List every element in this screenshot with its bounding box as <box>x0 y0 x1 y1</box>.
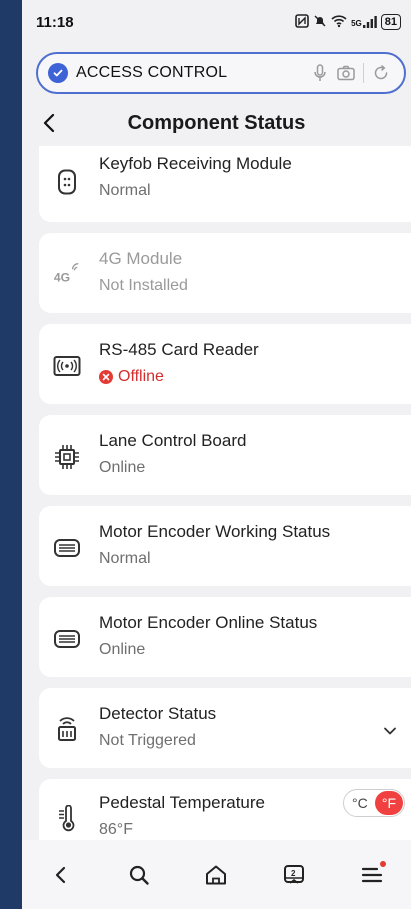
component-card-pedestal-temperature[interactable]: Pedestal Temperature 86°F °C °F <box>39 779 411 840</box>
component-card-motor-encoder-online[interactable]: Motor Encoder Online Status Online <box>39 597 411 677</box>
4g-icon: 4G <box>53 259 81 287</box>
component-status: 86°F <box>99 821 133 838</box>
component-status: Not Triggered <box>99 732 196 749</box>
keyfob-icon <box>53 168 81 196</box>
status-icons: 5G 81 <box>295 13 401 31</box>
address-bar[interactable]: ACCESS CONTROL <box>36 52 406 94</box>
page-title: Component Status <box>127 111 306 134</box>
celsius-option[interactable]: °C <box>352 795 368 811</box>
component-list[interactable]: Keyfob Receiving Module Normal 4G 4G Mod… <box>22 146 411 840</box>
component-name: 4G Module <box>99 249 183 268</box>
temperature-unit-toggle[interactable]: °C °F <box>343 789 405 817</box>
menu-icon[interactable] <box>352 855 392 895</box>
error-icon <box>99 370 113 384</box>
status-bar: 11:18 5G 81 <box>22 0 411 44</box>
mute-icon <box>313 14 327 31</box>
component-card-keyfob[interactable]: Keyfob Receiving Module Normal <box>39 146 411 222</box>
home-icon[interactable] <box>196 855 236 895</box>
nfc-icon <box>295 13 309 31</box>
component-name: Detector Status <box>99 704 217 723</box>
refresh-icon[interactable] <box>368 65 394 81</box>
component-card-detector[interactable]: Detector Status Not Triggered <box>39 688 411 768</box>
component-name: Motor Encoder Online Status <box>99 613 318 632</box>
component-status: Not Installed <box>99 277 188 294</box>
component-status-offline: Offline <box>99 368 164 386</box>
status-time: 11:18 <box>36 13 74 31</box>
notification-dot <box>380 860 387 867</box>
phone-screen: 11:18 5G 81 ACCESS CONTROL Component Sta… <box>22 0 411 909</box>
network-type: 5G <box>351 19 362 28</box>
component-name: Keyfob Receiving Module <box>99 154 292 173</box>
component-status: Online <box>99 641 146 658</box>
component-card-lane-control[interactable]: Lane Control Board Online <box>39 415 411 495</box>
cellular-icon: 5G <box>351 16 377 28</box>
shield-icon <box>48 63 68 83</box>
thermometer-icon <box>53 805 81 833</box>
component-card-motor-encoder-working[interactable]: Motor Encoder Working Status Normal <box>39 506 411 586</box>
component-name: RS-485 Card Reader <box>99 340 259 359</box>
component-status: Normal <box>99 550 151 567</box>
detector-icon <box>53 714 81 742</box>
back-button[interactable] <box>40 112 60 134</box>
chip-icon <box>53 443 81 471</box>
card-reader-icon <box>53 352 81 380</box>
browser-bottom-nav: 2 <box>22 840 411 909</box>
camera-icon[interactable] <box>333 65 359 81</box>
component-name: Motor Encoder Working Status <box>99 522 331 541</box>
component-status: Normal <box>99 182 151 199</box>
component-card-4g[interactable]: 4G 4G Module Not Installed <box>39 233 411 313</box>
component-name: Lane Control Board <box>99 431 247 450</box>
component-card-rs485[interactable]: RS-485 Card Reader Offline <box>39 324 411 404</box>
address-title[interactable]: ACCESS CONTROL <box>76 64 307 82</box>
wifi-icon <box>331 14 347 31</box>
nav-back-button[interactable] <box>41 855 81 895</box>
svg-text:2: 2 <box>291 869 296 878</box>
page-header: Component Status <box>22 100 411 146</box>
svg-text:4G: 4G <box>54 270 70 284</box>
search-icon[interactable] <box>119 855 159 895</box>
motor-encoder-icon <box>53 625 81 653</box>
component-name: Pedestal Temperature <box>99 793 266 812</box>
component-status: Online <box>99 459 146 476</box>
tabs-icon[interactable]: 2 <box>274 855 314 895</box>
fahrenheit-option[interactable]: °F <box>375 791 403 815</box>
battery-indicator: 81 <box>380 14 401 30</box>
microphone-icon[interactable] <box>307 64 333 82</box>
chevron-down-icon[interactable] <box>383 724 397 738</box>
address-separator <box>363 63 364 83</box>
component-status: Offline <box>118 368 164 385</box>
motor-encoder-icon <box>53 534 81 562</box>
